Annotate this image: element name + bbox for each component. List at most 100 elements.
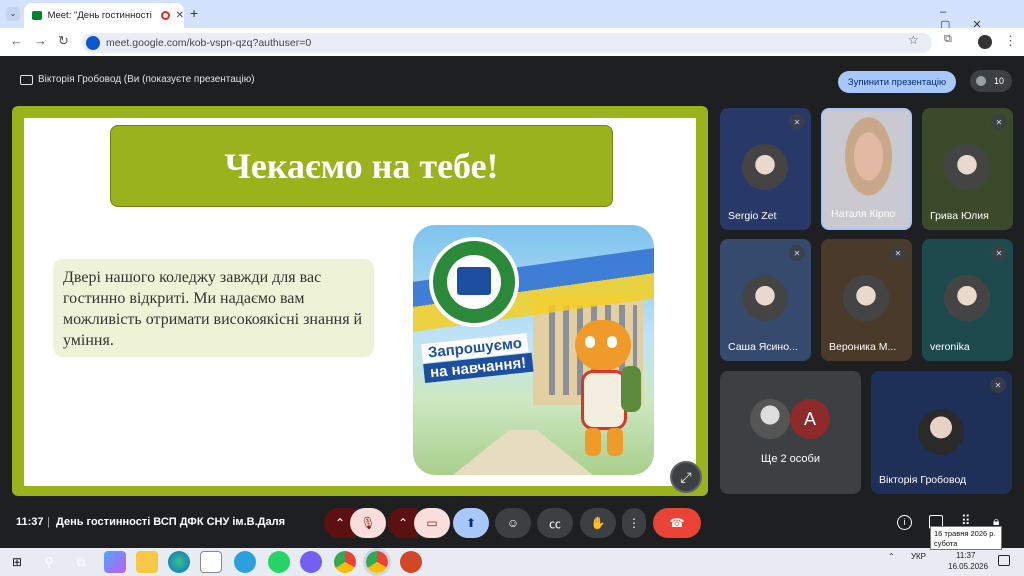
tray-chevron-icon[interactable]: ⌃ xyxy=(888,552,895,561)
system-tray: ⌃ УКР xyxy=(888,552,926,561)
participants-count[interactable]: 10 xyxy=(970,70,1012,92)
participant-avatar xyxy=(944,275,990,321)
info-icon[interactable]: i xyxy=(897,515,912,530)
extensions-icon[interactable]: ⧉ xyxy=(944,33,952,46)
people-icon xyxy=(976,76,986,86)
participant-tile[interactable]: ✕ Грива Юлия xyxy=(922,108,1013,230)
new-tab-icon[interactable]: + xyxy=(190,5,198,21)
notification-icon[interactable] xyxy=(998,555,1010,566)
search-icon[interactable]: ⚲ xyxy=(38,551,60,573)
captions-icon: ㏄ xyxy=(548,516,561,531)
mic-off-button[interactable]: 🎙︎ xyxy=(350,508,386,538)
url-text: meet.google.com/kob-vspn-qzq?authuser=0 xyxy=(106,37,312,49)
browser-tab[interactable]: Meet: "День гостинності В ✕ xyxy=(24,3,184,28)
others-label: Ще 2 особи xyxy=(761,453,820,465)
bookmark-star-icon[interactable]: ☆ xyxy=(908,33,919,47)
participant-tile[interactable]: ✕ Вероника М... xyxy=(821,239,912,361)
mic-off-icon: 🎙︎ xyxy=(360,516,376,530)
recording-icon xyxy=(160,11,170,20)
chrome-active-icon[interactable] xyxy=(363,548,391,576)
participant-tile[interactable]: ✕ Sergio Zet xyxy=(720,108,811,230)
other-avatar-letter: A xyxy=(790,399,830,439)
participant-name: Вероника М... xyxy=(829,341,897,353)
start-icon[interactable]: ⊞ xyxy=(6,551,28,573)
captions-button[interactable]: ㏄ xyxy=(537,508,573,538)
emoji-icon: ☺ xyxy=(506,516,520,530)
meet-favicon-icon xyxy=(32,11,42,20)
hangup-icon: ☎ xyxy=(669,516,685,530)
tooltip-date: 16 травня 2026 р. xyxy=(934,529,996,538)
present-icon xyxy=(20,75,33,85)
separator: | xyxy=(47,516,50,528)
date-tooltip: 16 травня 2026 р. субота xyxy=(930,526,1002,550)
tab-title: Meet: "День гостинності В xyxy=(47,10,155,21)
leave-call-button[interactable]: ☎ xyxy=(653,508,701,538)
participant-tile[interactable]: ✕ Саша Ясино... xyxy=(720,239,811,361)
participant-avatar xyxy=(843,275,889,321)
viber-icon[interactable] xyxy=(300,551,322,573)
back-icon[interactable]: ← xyxy=(10,33,23,48)
reactions-button[interactable]: ☺ xyxy=(495,508,531,538)
self-tile[interactable]: ✕ Вікторія Гробовод xyxy=(871,371,1012,494)
participant-tile[interactable]: •••Наталя Кірпо xyxy=(821,108,912,230)
fullscreen-expand-button[interactable]: ⤢ xyxy=(670,461,702,493)
language-indicator[interactable]: УКР xyxy=(911,552,926,561)
store-icon[interactable] xyxy=(200,551,222,573)
hand-icon: ✋ xyxy=(590,516,606,530)
copilot-icon[interactable] xyxy=(104,551,126,573)
present-screen-icon: ⬆ xyxy=(465,516,477,530)
participant-name: veronika xyxy=(930,341,970,353)
mic-off-icon: ✕ xyxy=(789,114,805,130)
participant-avatar xyxy=(944,144,990,190)
site-info-icon[interactable] xyxy=(86,36,100,50)
meeting-clock: 11:37 xyxy=(16,516,44,528)
tab-close-icon[interactable]: ✕ xyxy=(176,10,184,21)
participant-avatar xyxy=(742,144,788,190)
whatsapp-icon[interactable] xyxy=(268,551,290,573)
taskbar-date[interactable]: 16.05.2026 xyxy=(948,562,988,571)
taskbar-time[interactable]: 11:37 xyxy=(956,551,975,560)
mic-off-icon: ✕ xyxy=(890,245,906,261)
reload-icon[interactable]: ↻ xyxy=(58,33,69,49)
tooltip-day: субота xyxy=(934,539,958,548)
participant-tile[interactable]: ✕ veronika xyxy=(922,239,1013,361)
participant-avatar xyxy=(742,275,788,321)
slide-body-text: Двері нашого коледжу завжди для вас гост… xyxy=(53,259,374,357)
present-button[interactable]: ⬆ xyxy=(453,508,489,538)
camera-off-icon: ▭ xyxy=(426,516,438,530)
self-name: Вікторія Гробовод xyxy=(879,474,967,486)
presenter-label: Вікторія Гробовод (Ви (показуєте презент… xyxy=(38,74,255,85)
powerpoint-icon[interactable] xyxy=(400,551,422,573)
self-avatar xyxy=(918,409,964,455)
mic-off-icon: ✕ xyxy=(991,114,1007,130)
mic-off-icon: ✕ xyxy=(990,377,1006,393)
tab-search-icon[interactable]: ⌄ xyxy=(6,7,20,21)
camera-off-button[interactable]: ▭ xyxy=(414,508,450,538)
edge-icon[interactable] xyxy=(168,551,190,573)
chrome-icon[interactable] xyxy=(334,551,356,573)
mic-off-icon: ✕ xyxy=(789,245,805,261)
meeting-name: День гостинності ВСП ДФК СНУ ім.В.Даля xyxy=(56,516,285,528)
participant-name: Грива Юлия xyxy=(930,210,989,222)
participant-name: Sergio Zet xyxy=(728,210,777,222)
url-field[interactable]: meet.google.com/kob-vspn-qzq?authuser=0 xyxy=(82,33,932,53)
participant-name: Саша Ясино... xyxy=(728,341,798,353)
others-tile[interactable]: A Ще 2 особи xyxy=(720,371,861,494)
participants-count-value: 10 xyxy=(993,76,1004,86)
more-options-button[interactable]: ⋮ xyxy=(622,508,646,538)
telegram-icon[interactable] xyxy=(234,551,256,573)
participant-name: Наталя Кірпо xyxy=(831,208,896,220)
forward-icon[interactable]: → xyxy=(34,33,47,48)
slide-title: Чекаємо на тебе! xyxy=(110,125,613,207)
file-explorer-icon[interactable] xyxy=(136,551,158,573)
task-view-icon[interactable]: ⧉ xyxy=(70,551,92,573)
mic-off-icon: ✕ xyxy=(991,245,1007,261)
stop-presenting-button[interactable]: Зупинити презентацію xyxy=(838,71,956,93)
menu-icon[interactable]: ⋮ xyxy=(1004,33,1017,49)
more-vert-icon: ⋮ xyxy=(628,516,640,530)
cat-mascot xyxy=(563,320,641,460)
college-logo-icon xyxy=(429,237,519,327)
raise-hand-button[interactable]: ✋ xyxy=(580,508,616,538)
invitation-poster: Запрошуємо на навчання! xyxy=(413,225,654,475)
profile-avatar[interactable] xyxy=(978,35,992,49)
